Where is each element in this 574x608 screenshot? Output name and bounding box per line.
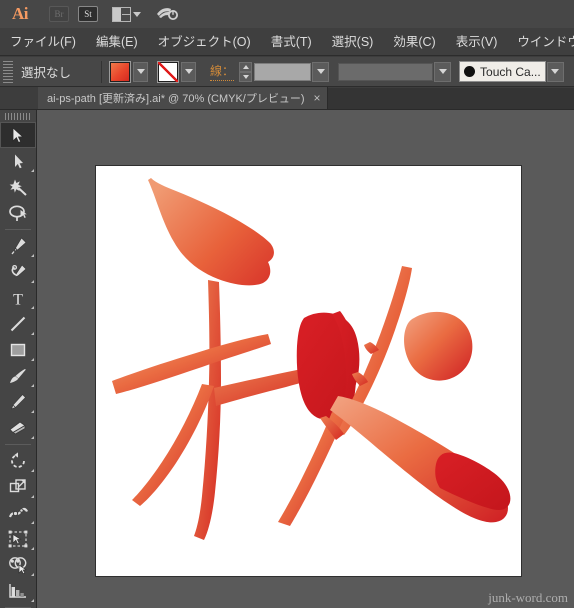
tool-group-indicator [31,280,34,283]
tool-rectangle[interactable] [0,337,36,363]
stroke-weight-stepper[interactable] [239,61,253,82]
tool-group-indicator [31,573,34,576]
tool-group-indicator [31,521,34,524]
stroke-weight-dropdown-button[interactable] [312,61,330,82]
tool-direct-selection[interactable] [0,148,36,174]
tool-width[interactable] [0,500,36,526]
tool-group-indicator [31,306,34,309]
chevron-down-icon [136,69,145,74]
tool-rotate[interactable] [0,448,36,474]
divider [101,60,103,83]
menu-window[interactable]: ウインドウ( [507,28,574,55]
illustrator-logo: Ai [12,4,29,23]
workspace-switcher[interactable] [112,6,141,22]
tool-pencil[interactable] [0,389,36,415]
document-tab-label: ai-ps-path [更新済み].ai* @ 70% (CMYK/プレビュー) [47,93,305,105]
tool-group-indicator [31,384,34,387]
watermark: junk-word.com [488,590,568,605]
tool-divider [5,229,31,230]
tool-curvature[interactable] [0,259,36,285]
stroke-right-dot [404,311,473,381]
tool-line-segment[interactable] [0,311,36,337]
bridge-button[interactable]: Br [49,6,69,22]
tool-group-indicator [31,436,34,439]
tool-lasso[interactable] [0,200,36,226]
stepper-up-button[interactable] [239,61,253,72]
tool-group-indicator [31,599,34,602]
document-canvas[interactable] [37,110,574,608]
svg-text:T: T [13,291,23,307]
menu-edit[interactable]: 編集(E) [86,28,148,55]
stepper-down-button[interactable] [239,71,253,82]
control-bar-grip[interactable] [3,60,13,83]
stroke-profile-input[interactable] [338,62,434,81]
illustrator-window: Ai Br St ファイル(F) 編集(E) オブジェクト(O) 書式(T) 選… [0,0,574,608]
menu-effect[interactable]: 効果(C) [383,28,445,55]
bridge-power-icon[interactable] [155,5,179,23]
tool-type[interactable]: T [0,285,36,311]
chevron-down-icon [551,69,560,74]
tools-panel: T [0,110,37,608]
menu-view[interactable]: 表示(V) [446,28,508,55]
menu-file[interactable]: ファイル(F) [0,28,86,55]
menu-bar: ファイル(F) 編集(E) オブジェクト(O) 書式(T) 選択(S) 効果(C… [0,28,574,56]
document-tab[interactable]: ai-ps-path [更新済み].ai* @ 70% (CMYK/プレビュー)… [38,87,328,109]
stroke-swatch[interactable] [157,60,180,83]
touch-type-label: Touch Ca... [480,64,541,79]
stroke-control[interactable] [157,60,197,83]
tool-group-indicator [31,410,34,413]
touch-type-selector[interactable]: Touch Ca... [459,61,546,82]
tool-shape-builder[interactable] [0,552,36,578]
tool-magic-wand[interactable] [0,174,36,200]
document-tab-bar: ai-ps-path [更新済み].ai* @ 70% (CMYK/プレビュー)… [0,87,574,110]
tool-group-indicator [31,358,34,361]
tool-scale[interactable] [0,474,36,500]
caret-down-icon [242,74,249,79]
artboard[interactable] [96,166,521,576]
stroke-left-diagonal [132,384,214,506]
tool-column-graph[interactable] [0,578,36,604]
chevron-down-icon [133,11,141,17]
tool-pen[interactable] [0,233,36,259]
tool-group-indicator [31,547,34,550]
stock-button[interactable]: St [78,6,98,22]
fill-dropdown-button[interactable] [133,61,149,82]
chevron-down-icon [438,69,447,74]
menu-select[interactable]: 選択(S) [322,28,384,55]
chevron-down-icon [184,69,193,74]
selection-status: 選択なし [21,66,72,80]
tool-group-indicator [31,495,34,498]
stroke-top-leaf [148,178,274,286]
caret-up-icon [242,64,249,69]
tool-group-indicator [31,254,34,257]
touch-type-dropdown-button[interactable] [546,61,564,82]
tool-divider [5,444,31,445]
stroke-weight-input[interactable] [254,62,312,81]
menu-object[interactable]: オブジェクト(O) [148,28,261,55]
stroke-profile-dropdown-button[interactable] [434,61,452,82]
bullet-icon [464,66,476,77]
tool-group-indicator [31,169,34,172]
tools-panel-grip[interactable] [0,110,36,122]
tool-group-indicator [31,469,34,472]
control-bar: 選択なし 線： Touch Ca... [0,57,574,87]
tool-paintbrush[interactable] [0,363,36,389]
fill-swatch[interactable] [109,60,132,83]
tool-free-transform[interactable] [0,526,36,552]
menu-type[interactable]: 書式(T) [261,28,322,55]
tool-selection[interactable] [0,122,36,148]
tool-eraser[interactable] [0,415,36,441]
stroke-weight-label[interactable]: 線： [210,62,235,81]
close-icon[interactable]: × [314,92,321,104]
tab-bar-spacer [0,87,38,109]
stroke-dropdown-button[interactable] [181,61,197,82]
kanji-aki-calligraphy [112,178,511,540]
fill-control[interactable] [109,60,149,83]
workspace-layout-icon [112,6,131,22]
tool-group-indicator [31,332,34,335]
chevron-down-icon [316,69,325,74]
application-bar: Ai Br St [0,0,574,28]
